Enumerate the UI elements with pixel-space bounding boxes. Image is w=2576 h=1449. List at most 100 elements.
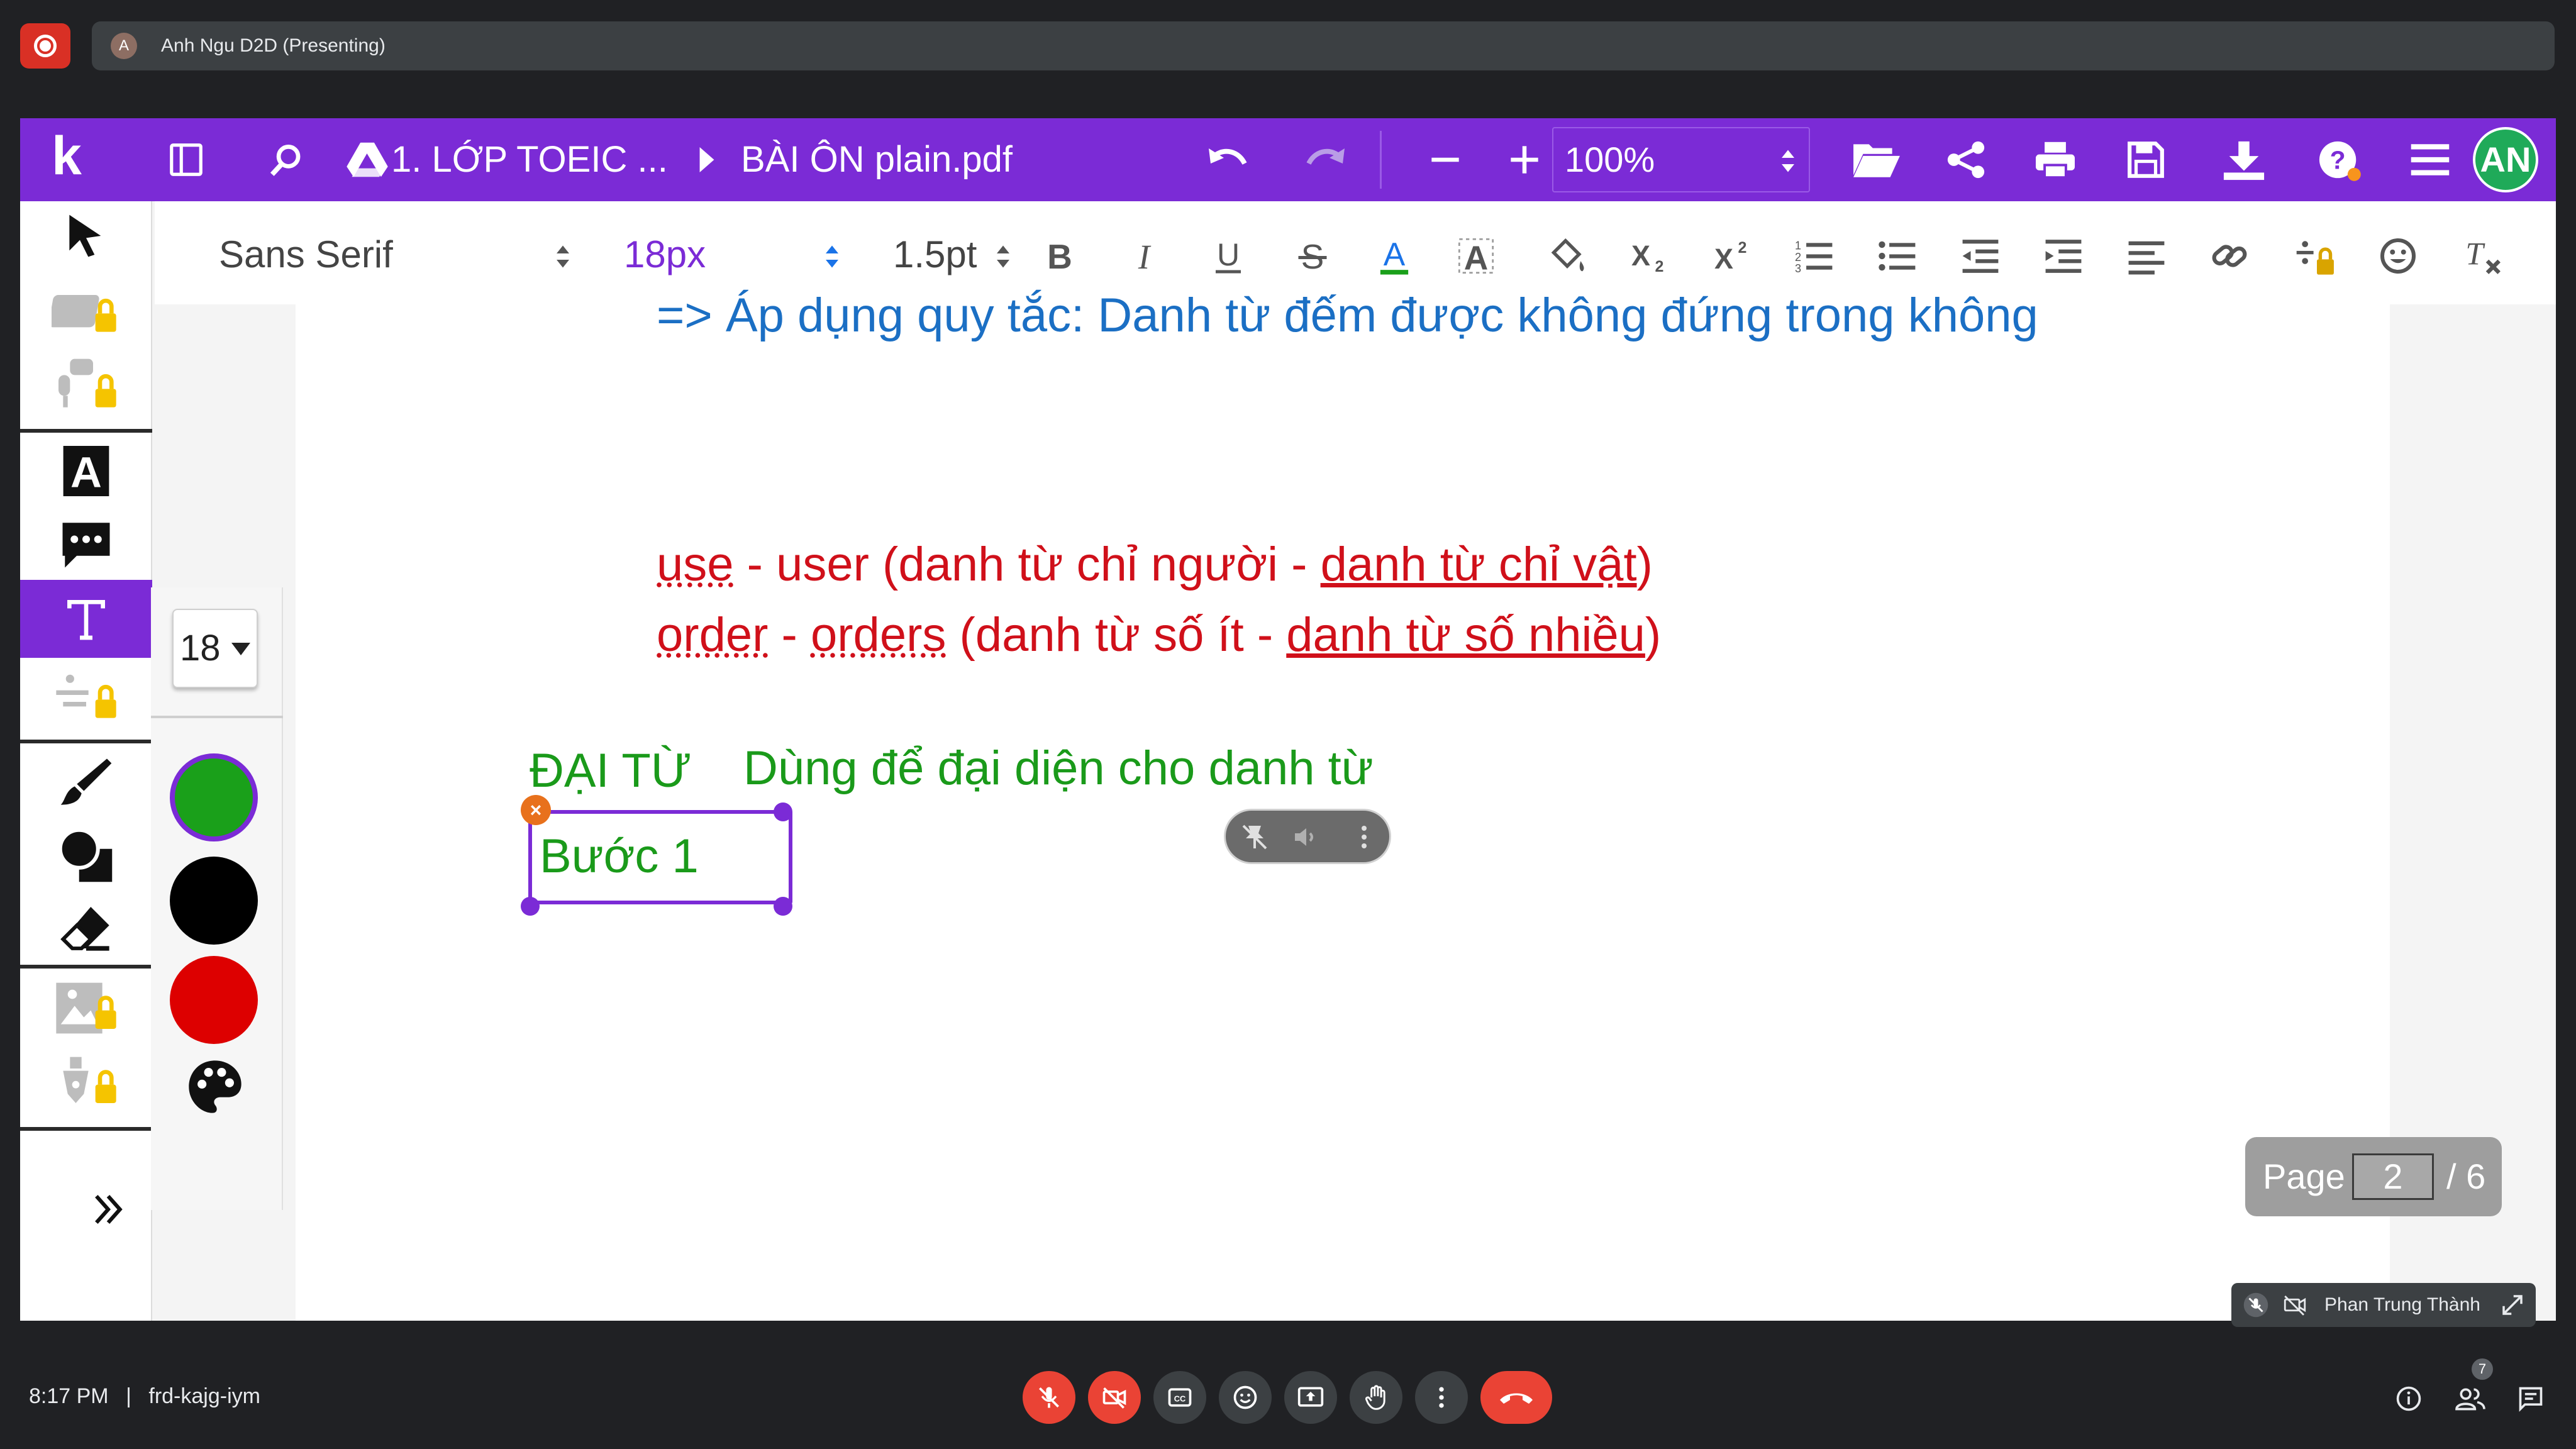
more-vert-icon[interactable]: [1349, 822, 1379, 852]
ordered-list-icon[interactable]: 123: [1792, 234, 1836, 278]
text-highlight-icon[interactable]: A: [20, 436, 152, 506]
subscript-icon[interactable]: X2: [1625, 234, 1675, 278]
volume-icon[interactable]: [1291, 822, 1321, 852]
app-logo[interactable]: k: [52, 129, 82, 183]
present-button[interactable]: [1284, 1371, 1337, 1424]
resize-handle[interactable]: [774, 802, 792, 821]
zoom-out-icon[interactable]: [1420, 135, 1470, 185]
reactions-button[interactable]: [1219, 1371, 1272, 1424]
captions-button[interactable]: CC: [1153, 1371, 1206, 1424]
participant-tile[interactable]: Phan Trung Thành: [2231, 1283, 2536, 1327]
expand-icon[interactable]: [2499, 1292, 2526, 1318]
color-swatch-black[interactable]: [170, 857, 258, 945]
search-icon[interactable]: [262, 135, 312, 185]
save-icon[interactable]: [2121, 135, 2171, 185]
participant-count-badge: 7: [2472, 1358, 2493, 1380]
select-arrow-icon[interactable]: [20, 201, 152, 270]
image-locked-icon[interactable]: [20, 974, 152, 1043]
file-name[interactable]: BÀI ÔN plain.pdf: [741, 135, 1013, 185]
redo-icon[interactable]: [1301, 135, 1351, 185]
svg-text:T: T: [2465, 236, 2485, 271]
highlight-icon[interactable]: A: [1454, 234, 1498, 278]
mic-toggle-button[interactable]: [1023, 1371, 1075, 1424]
text-tool-icon[interactable]: [20, 580, 152, 658]
signature-locked-icon[interactable]: [20, 1048, 152, 1117]
page-number-input[interactable]: 2: [2352, 1153, 2434, 1200]
mic-off-icon: [1039, 1387, 1059, 1408]
svg-text:A: A: [70, 447, 102, 496]
camera-toggle-button[interactable]: [1088, 1371, 1141, 1424]
comment-icon[interactable]: [20, 509, 152, 579]
italic-icon[interactable]: I: [1122, 234, 1166, 278]
top-toolbar: k 1. LỚP TOEIC ... BÀI ÔN plain.pdf 100%…: [20, 118, 2556, 201]
palette-icon[interactable]: [184, 1055, 247, 1118]
select-arrows-icon: [995, 244, 1011, 269]
zoom-in-icon[interactable]: [1499, 135, 1550, 185]
share-icon[interactable]: [1941, 135, 1991, 185]
meeting-info-icon[interactable]: [2394, 1384, 2424, 1414]
text-annotation-content[interactable]: Bước 1: [540, 826, 699, 887]
resize-handle[interactable]: [521, 897, 540, 916]
pin-off-icon[interactable]: [1240, 822, 1270, 852]
download-icon[interactable]: [2219, 135, 2269, 185]
open-folder-icon[interactable]: [1852, 135, 1902, 185]
recording-button[interactable]: [20, 23, 70, 69]
superscript-icon[interactable]: X2: [1708, 234, 1758, 278]
text-color-icon[interactable]: A: [1372, 234, 1416, 278]
zoom-select[interactable]: 100%: [1552, 127, 1810, 192]
mic-off-icon: [2243, 1292, 2269, 1318]
leave-call-button[interactable]: [1480, 1371, 1552, 1424]
shapes-icon[interactable]: [20, 821, 152, 891]
chevron-right-icon: [682, 135, 732, 185]
page-total: / 6: [2446, 1157, 2486, 1196]
align-left-icon[interactable]: [2124, 234, 2168, 278]
camera-off-icon: [2282, 1292, 2308, 1318]
bold-icon[interactable]: B: [1038, 234, 1082, 278]
chat-icon[interactable]: [2516, 1384, 2546, 1414]
help-icon[interactable]: ?: [2314, 135, 2365, 185]
more-options-button[interactable]: [1415, 1371, 1468, 1424]
expand-double-chevron-icon[interactable]: [77, 1175, 140, 1244]
svg-text:U: U: [1217, 237, 1240, 272]
sidebar-toggle-icon[interactable]: [161, 135, 211, 185]
divide-locked-icon[interactable]: [2292, 234, 2342, 278]
link-icon[interactable]: [2207, 234, 2251, 278]
underline-icon[interactable]: U: [1206, 234, 1250, 278]
color-swatch-green[interactable]: [170, 753, 258, 841]
select-arrows-icon: [1780, 148, 1796, 174]
meeting-time-and-code: 8:17 PM | frd-kajg-iym: [29, 1384, 260, 1408]
stamp-locked-icon[interactable]: [20, 274, 152, 343]
brush-icon[interactable]: [20, 747, 152, 816]
left-toolbar: A: [20, 201, 152, 1321]
print-icon[interactable]: [2030, 135, 2080, 185]
hand-icon: [1365, 1385, 1385, 1410]
text-annotation-box[interactable]: × Bước 1: [521, 795, 792, 916]
audio-comment-locked-icon[interactable]: [20, 350, 152, 419]
people-icon[interactable]: [2455, 1384, 2485, 1414]
font-size-dropdown[interactable]: 18: [172, 609, 258, 688]
clear-format-icon[interactable]: T: [2460, 234, 2504, 278]
close-icon[interactable]: ×: [521, 795, 551, 825]
font-family-select[interactable]: Sans Serif: [219, 233, 393, 277]
undo-icon[interactable]: [1202, 135, 1253, 185]
emoji-icon: [1233, 1385, 1257, 1409]
color-swatch-red[interactable]: [170, 956, 258, 1044]
google-drive-icon[interactable]: [342, 135, 392, 185]
page-label: Page: [2263, 1157, 2345, 1196]
user-avatar[interactable]: AN: [2473, 127, 2538, 192]
bullet-list-icon[interactable]: [1875, 234, 1919, 278]
resize-handle[interactable]: [774, 897, 792, 916]
app-window: k 1. LỚP TOEIC ... BÀI ÔN plain.pdf 100%…: [20, 118, 2556, 1321]
indent-icon[interactable]: [2041, 234, 2085, 278]
outdent-icon[interactable]: [1958, 234, 2002, 278]
raise-hand-button[interactable]: [1350, 1371, 1402, 1424]
emoji-icon[interactable]: [2376, 234, 2420, 278]
menu-icon[interactable]: [2405, 135, 2455, 185]
line-spacing-locked-icon[interactable]: [20, 660, 152, 730]
eraser-icon[interactable]: [20, 893, 152, 962]
line-height-select[interactable]: 1.5pt: [893, 233, 977, 277]
breadcrumb-folder[interactable]: 1. LỚP TOEIC ...: [391, 135, 668, 185]
font-size-select[interactable]: 18px: [624, 233, 706, 277]
fill-bucket-icon[interactable]: [1542, 234, 1592, 278]
strikethrough-icon[interactable]: S: [1291, 234, 1335, 278]
